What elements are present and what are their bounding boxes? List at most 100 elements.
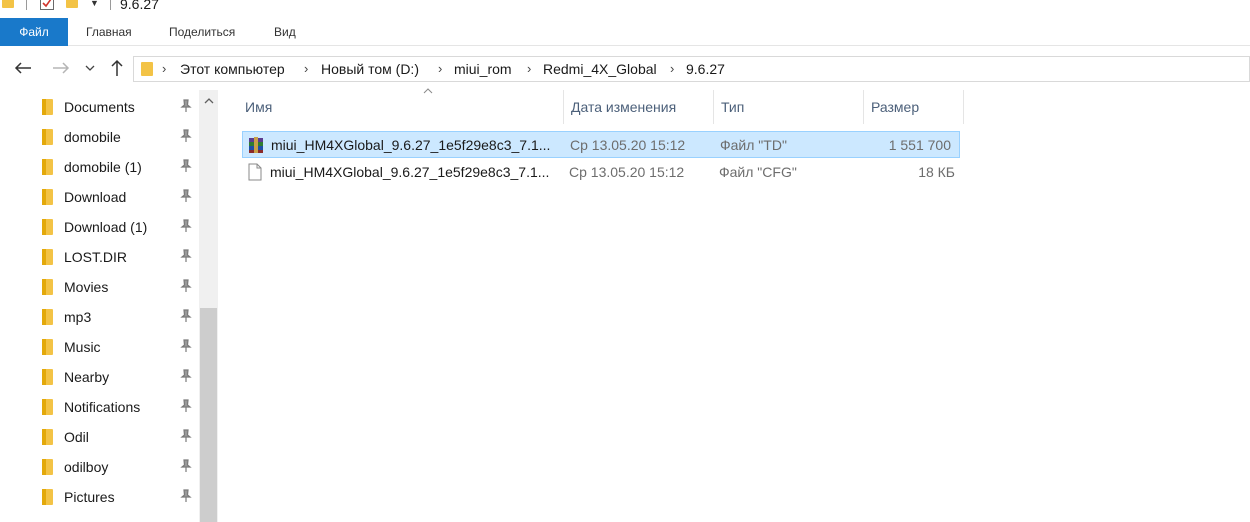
sidebar-item-download[interactable]: Download bbox=[0, 182, 198, 212]
chevron-right-icon[interactable]: › bbox=[670, 61, 674, 76]
file-size: 1 551 700 bbox=[888, 137, 951, 153]
breadcrumb-miui-rom[interactable]: miui_rom bbox=[454, 61, 512, 77]
column-header-name[interactable]: Имя bbox=[245, 88, 565, 124]
sidebar-item-movies[interactable]: Movies bbox=[0, 272, 198, 302]
sort-ascending-icon bbox=[423, 88, 433, 94]
breadcrumb-drive-d[interactable]: Новый том (D:) bbox=[321, 61, 419, 77]
sidebar-item-documents[interactable]: Documents bbox=[0, 92, 198, 122]
folder-icon bbox=[42, 159, 53, 175]
sidebar-item-lost-dir[interactable]: LOST.DIR bbox=[0, 242, 198, 272]
sidebar-item-odil[interactable]: Odil bbox=[0, 422, 198, 452]
chevron-right-icon[interactable]: › bbox=[162, 61, 166, 76]
pin-icon bbox=[180, 249, 192, 262]
folder-icon bbox=[42, 399, 53, 415]
scroll-up-button[interactable] bbox=[199, 90, 218, 112]
sidebar-item-label: odilboy bbox=[64, 459, 109, 475]
tab-view[interactable]: Вид bbox=[274, 18, 296, 46]
navigation-bar: › Этот компьютер › Новый том (D:) › miui… bbox=[0, 54, 1250, 82]
document-icon bbox=[248, 163, 262, 181]
sidebar-item-label: Documents bbox=[64, 99, 135, 115]
pin-icon bbox=[180, 429, 192, 442]
back-button[interactable] bbox=[12, 58, 34, 78]
forward-button[interactable] bbox=[50, 58, 72, 78]
sidebar-item-label: Notifications bbox=[64, 399, 141, 415]
file-name: miui_HM4XGlobal_9.6.27_1e5f29e8c3_7.1... bbox=[270, 164, 550, 180]
column-header-date[interactable]: Дата изменения bbox=[571, 90, 711, 124]
folder-icon bbox=[42, 429, 53, 445]
column-divider[interactable] bbox=[863, 90, 864, 124]
properties-icon[interactable] bbox=[40, 0, 54, 10]
file-row[interactable]: miui_HM4XGlobal_9.6.27_1e5f29e8c3_7.1...… bbox=[242, 159, 960, 186]
folder-icon bbox=[42, 309, 53, 325]
sidebar-item-notifications[interactable]: Notifications bbox=[0, 392, 198, 422]
column-divider[interactable] bbox=[563, 90, 564, 124]
column-header-type[interactable]: Тип bbox=[721, 90, 861, 124]
tab-home[interactable]: Главная bbox=[86, 18, 132, 46]
sidebar-item-label: Download (1) bbox=[64, 219, 148, 235]
folder-icon bbox=[42, 189, 53, 205]
breadcrumb-redmi-4x-global[interactable]: Redmi_4X_Global bbox=[543, 61, 657, 77]
pin-icon bbox=[180, 159, 192, 172]
pin-icon bbox=[180, 489, 192, 502]
archive-icon bbox=[249, 137, 263, 153]
tab-file[interactable]: Файл bbox=[0, 18, 68, 46]
pin-icon bbox=[180, 129, 192, 142]
separator bbox=[110, 0, 111, 10]
folder-icon bbox=[42, 489, 53, 505]
pin-icon bbox=[180, 189, 192, 202]
address-bar[interactable]: › Этот компьютер › Новый том (D:) › miui… bbox=[133, 56, 1250, 82]
sidebar-item-music[interactable]: Music bbox=[0, 332, 198, 362]
file-size: 18 КБ bbox=[918, 164, 955, 180]
pin-icon bbox=[180, 309, 192, 322]
new-folder-icon[interactable] bbox=[66, 0, 78, 8]
sidebar-item-odilboy[interactable]: odilboy bbox=[0, 452, 198, 482]
column-divider[interactable] bbox=[713, 90, 714, 124]
column-divider[interactable] bbox=[963, 90, 964, 124]
window-title: 9.6.27 bbox=[120, 0, 159, 12]
breadcrumb-current-folder[interactable]: 9.6.27 bbox=[686, 61, 725, 77]
pin-icon bbox=[180, 399, 192, 412]
file-date: Ср 13.05.20 15:12 bbox=[570, 137, 686, 153]
sidebar-item-nearby[interactable]: Nearby bbox=[0, 362, 198, 392]
sidebar-item-label: Odil bbox=[64, 429, 89, 445]
sidebar-item-pictures[interactable]: Pictures bbox=[0, 482, 198, 512]
sidebar-item-domobile-1[interactable]: domobile (1) bbox=[0, 152, 198, 182]
folder-icon bbox=[42, 279, 53, 295]
back-arrow-icon bbox=[14, 62, 31, 74]
pin-icon bbox=[180, 339, 192, 352]
folder-icon bbox=[42, 129, 53, 145]
breadcrumb-this-pc[interactable]: Этот компьютер bbox=[180, 61, 285, 77]
ribbon: Файл Главная Поделиться Вид bbox=[0, 18, 1250, 46]
chevron-right-icon[interactable]: › bbox=[438, 61, 442, 76]
folder-icon bbox=[42, 369, 53, 385]
tab-share[interactable]: Поделиться bbox=[169, 18, 235, 46]
sidebar-item-label: Download bbox=[64, 189, 127, 205]
sidebar-item-download-1[interactable]: Download (1) bbox=[0, 212, 198, 242]
folder-icon bbox=[42, 99, 53, 115]
file-row[interactable]: miui_HM4XGlobal_9.6.27_1e5f29e8c3_7.1...… bbox=[242, 131, 960, 158]
chevron-right-icon[interactable]: › bbox=[304, 61, 308, 76]
chevron-right-icon[interactable]: › bbox=[527, 61, 531, 76]
pin-icon bbox=[180, 459, 192, 472]
quick-access-dropdown-icon[interactable]: ▼ bbox=[90, 0, 99, 8]
sidebar-item-label: domobile bbox=[64, 129, 121, 145]
scroll-thumb[interactable] bbox=[200, 308, 217, 522]
folder-icon bbox=[42, 339, 53, 355]
sidebar-item-mp3[interactable]: mp3 bbox=[0, 302, 198, 332]
folder-icon bbox=[42, 459, 53, 475]
separator bbox=[26, 0, 27, 10]
sidebar-item-label: Movies bbox=[64, 279, 109, 295]
navigation-pane: Documents domobile domobile (1) Download… bbox=[0, 90, 218, 522]
chevron-down-icon bbox=[85, 65, 95, 71]
pin-icon bbox=[180, 279, 192, 292]
sidebar-scrollbar[interactable] bbox=[199, 90, 218, 522]
up-button[interactable] bbox=[106, 58, 128, 78]
file-date: Ср 13.05.20 15:12 bbox=[569, 164, 685, 180]
sidebar-item-label: LOST.DIR bbox=[64, 249, 128, 265]
sidebar-item-label: Pictures bbox=[64, 489, 115, 505]
sidebar-item-domobile[interactable]: domobile bbox=[0, 122, 198, 152]
recent-locations-button[interactable] bbox=[82, 58, 98, 78]
pin-icon bbox=[180, 99, 192, 112]
file-type: Файл "TD" bbox=[720, 137, 787, 153]
column-header-size[interactable]: Размер bbox=[871, 90, 961, 124]
